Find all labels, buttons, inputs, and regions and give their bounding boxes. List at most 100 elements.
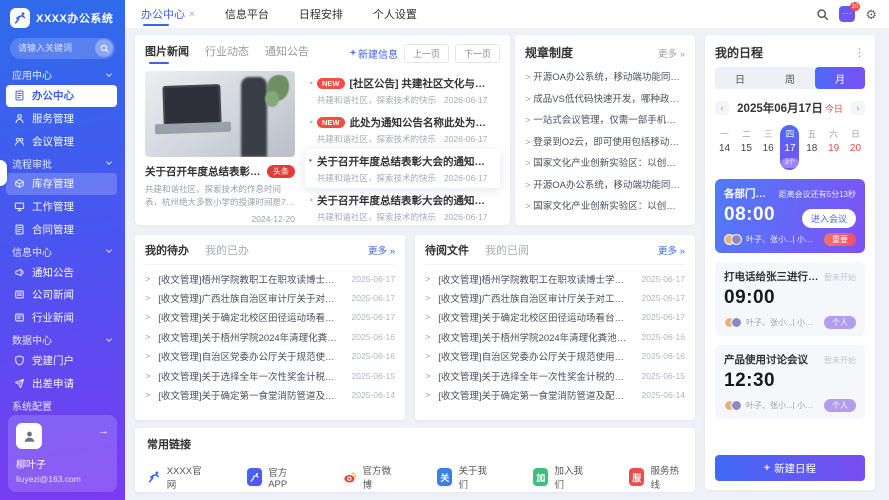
- file-row[interactable]: [收文管理]关于确定第一食堂消防管道及配件维修项目评委，...2025-06-1…: [425, 385, 685, 404]
- file-row[interactable]: [收文管理]梧州学院教职工在职攻读博士学位管理办法(修订)2025-06-17: [425, 269, 685, 288]
- arrow-right-icon[interactable]: →: [98, 425, 109, 437]
- tab-my-todo[interactable]: 我的待办: [145, 242, 189, 258]
- sidebar-item-party-portal[interactable]: 党建门户: [6, 350, 117, 372]
- sidebar-item-company-news[interactable]: 公司新闻: [6, 284, 117, 306]
- tab-files-read[interactable]: 我的已阅: [485, 242, 529, 258]
- link-join-us[interactable]: 加 加入我们: [533, 463, 587, 491]
- calendar-day[interactable]: 二15: [737, 125, 756, 170]
- featured-news-desc: 共建和谐社区，探索技术的作息时间表，杭州绝大多数小学的授课时间是7点50分孩子家…: [145, 183, 295, 209]
- tab-industry-trends[interactable]: 行业动态: [205, 43, 249, 63]
- todo-row[interactable]: [收文管理]关于确定北校区田径运动场看台下方办公室改造工...2025-06-1…: [145, 308, 395, 327]
- rule-item[interactable]: 开源OA办公系统，移动端功能同样全面: [525, 175, 685, 197]
- rule-item[interactable]: 开源OA办公系统，移动端功能同样全面: [525, 67, 685, 89]
- new-info-button[interactable]: 新建信息: [350, 46, 398, 61]
- meeting-card-featured[interactable]: 各部门经理小会议 距离会议还有5分13秒 08:00 进入会议 叶子、张小...…: [715, 179, 865, 253]
- sidebar-section-app-center[interactable]: 应用中心: [0, 65, 125, 85]
- tab-personal-settings[interactable]: 个人设置: [373, 0, 417, 28]
- weekday-label: 五: [808, 128, 817, 141]
- todo-row[interactable]: [收文管理]广西壮族自治区审计厅关于对工程项目地质勘察实...2025-06-1…: [145, 288, 395, 307]
- calendar-day[interactable]: 日20: [846, 125, 865, 170]
- next-page-button[interactable]: 下一页: [455, 44, 500, 63]
- sidebar-item-work-mgmt[interactable]: 工作管理: [6, 196, 117, 218]
- sidebar-collapse-handle[interactable]: [0, 160, 7, 186]
- sidebar-section-data-center[interactable]: 数据中心: [0, 330, 125, 350]
- sidebar-section-process-approval[interactable]: 流程审批: [0, 153, 125, 173]
- news-list-item-selected[interactable]: 关于召开年度总结表彰大会的通知关于召开年度总结 共建和谐社区，探索技术的快乐20…: [305, 149, 500, 188]
- search-icon[interactable]: [816, 8, 829, 21]
- rule-item[interactable]: 一站式会议管理，仅需一部手机就搞定: [525, 110, 685, 132]
- news-photo[interactable]: [145, 71, 295, 157]
- link-official-site[interactable]: XXXX官网: [147, 463, 205, 491]
- sidebar-item-office-center[interactable]: 办公中心: [6, 85, 117, 107]
- sidebar-item-industry-news[interactable]: 行业新闻: [6, 307, 117, 329]
- rule-item[interactable]: 国家文化产业创新实验区：以创新推动产业发展: [525, 196, 685, 218]
- todo-row[interactable]: [收文管理]梧州学院教职工在职攻读博士学位管理办法(修订)2025-06-17: [145, 269, 395, 288]
- sidebar-item-inventory-mgmt[interactable]: 库存管理: [6, 173, 117, 195]
- tab-notice-announcements[interactable]: 通知公告: [265, 43, 309, 63]
- calendar-day[interactable]: 一14: [715, 125, 734, 170]
- new-schedule-button[interactable]: 新建日程: [715, 455, 865, 481]
- files-more-link[interactable]: 更多: [658, 243, 685, 257]
- file-date: 2025-06-14: [642, 390, 685, 400]
- file-row[interactable]: [收文管理]关于选择全年一次性奖金计税的通知2025-06-15: [425, 366, 685, 385]
- calendar-day-selected[interactable]: 四173个: [780, 125, 799, 170]
- news-list-item[interactable]: NEW此处为通知公告名称此处为通知公告名称 共建和谐社区，探索技术的快乐2026…: [305, 110, 500, 149]
- calendar-day[interactable]: 三16: [759, 125, 778, 170]
- news-list-item[interactable]: NEW[社区公告] 共建社区文化与生态，一起齐 共建和谐社区，探索技术的快乐20…: [305, 71, 500, 110]
- rule-item[interactable]: 登录到O2云，即可使用包括移动办公在内的所有功能!: [525, 132, 685, 154]
- prev-page-button[interactable]: 上一页: [404, 44, 449, 63]
- more-options-icon[interactable]: ⋮: [854, 46, 865, 59]
- rule-item[interactable]: 国家文化产业创新实验区：以创新推动产业发展: [525, 153, 685, 175]
- sidebar-item-system-config[interactable]: 系统配置: [0, 395, 125, 415]
- today-label[interactable]: 今日: [825, 104, 843, 114]
- rules-more-link[interactable]: 更多: [658, 46, 685, 60]
- tab-files-to-read[interactable]: 待阅文件: [425, 242, 469, 258]
- sidebar-item-contract-mgmt[interactable]: 合同管理: [6, 219, 117, 241]
- logo-runner-icon: [147, 469, 161, 485]
- view-day[interactable]: 日: [715, 67, 765, 89]
- calendar-next-icon[interactable]: ›: [851, 101, 865, 115]
- calendar-prev-icon[interactable]: ‹: [715, 101, 729, 115]
- sidebar-item-notices[interactable]: 通知公告: [6, 261, 117, 283]
- messages-icon[interactable]: ··· 10: [839, 6, 855, 22]
- todo-row[interactable]: [收文管理]关于选择全年一次性奖金计税的通知2025-06-15: [145, 366, 395, 385]
- meeting-card[interactable]: 产品使用讨论会议 暂未开始 12:30 叶子、张小...| 小会议室 个人: [715, 345, 865, 419]
- link-official-app[interactable]: 官方APP: [247, 465, 301, 490]
- file-row[interactable]: [收文管理]广西壮族自治区审计厅关于对工程项目地质勘察实...2025-06-1…: [425, 288, 685, 307]
- tab-info-platform[interactable]: 信息平台: [225, 0, 269, 28]
- featured-news-title[interactable]: 关于召开年度总结表彰大会的通知: [145, 164, 262, 179]
- calendar-day[interactable]: 六19: [824, 125, 843, 170]
- user-card[interactable]: → 柳叶子 liuyezi@163.com: [8, 415, 117, 492]
- link-label: 服务热线: [650, 463, 683, 491]
- join-meeting-button[interactable]: 进入会议: [802, 209, 856, 228]
- close-icon[interactable]: [189, 8, 195, 20]
- file-row[interactable]: [收文管理]关于梧州学院2024年清理化粪池服务项目评审小组...2025-06…: [425, 327, 685, 346]
- link-official-weibo[interactable]: 官方微博: [343, 463, 395, 491]
- view-month[interactable]: 月: [815, 67, 865, 89]
- link-service-hotline[interactable]: 服 服务热线: [629, 463, 683, 491]
- file-row[interactable]: [收文管理]自治区党委办公厅关于规范使用党内同志称谓的通知2025-06-16: [425, 347, 685, 366]
- personal-tag: 个人: [824, 316, 856, 329]
- todo-more-link[interactable]: 更多: [368, 243, 395, 257]
- todo-row[interactable]: [收文管理]关于梧州学院2024年清理化粪池服务项目评审小组...2025-06…: [145, 327, 395, 346]
- rule-item[interactable]: 成品VS低代码快速开发，哪种政务OA系统更好呢？: [525, 89, 685, 111]
- tab-my-done[interactable]: 我的已办: [205, 242, 249, 258]
- file-row[interactable]: [收文管理]关于确定北校区田径运动场看台下方办公室改造工...2025-06-1…: [425, 308, 685, 327]
- meeting-card[interactable]: 打电话给张三进行测试 暂未开始 09:00 叶子、张小...| 小会议室 个人: [715, 262, 865, 336]
- todo-row[interactable]: [收文管理]自治区党委办公厅关于规范使用党内同志称谓的通知2025-06-16: [145, 347, 395, 366]
- link-about-us[interactable]: 关 关于我们: [437, 463, 491, 491]
- tab-photo-news[interactable]: 图片新闻: [145, 43, 189, 63]
- view-week[interactable]: 周: [765, 67, 815, 89]
- sidebar-item-travel-request[interactable]: 出差申请: [6, 372, 117, 394]
- calendar-day[interactable]: 五18: [802, 125, 821, 170]
- sidebar-section-info-center[interactable]: 信息中心: [0, 241, 125, 261]
- news-list-item[interactable]: 关于召开年度总结表彰大会的通知关于召开年度总 共建和谐社区，探索技术的快乐202…: [305, 188, 500, 227]
- todo-row[interactable]: [收文管理]关于确定第一食堂消防管道及配件维修项目评委，...2025-06-1…: [145, 385, 395, 404]
- sidebar-item-meeting-mgmt[interactable]: 会议管理: [6, 130, 117, 152]
- search-icon[interactable]: [95, 39, 113, 57]
- tab-office-center[interactable]: 办公中心: [141, 0, 195, 28]
- gear-icon[interactable]: ⚙: [865, 8, 877, 21]
- sidebar-item-service-mgmt[interactable]: 服务管理: [6, 108, 117, 130]
- search-input[interactable]: [18, 43, 95, 53]
- tab-schedule[interactable]: 日程安排: [299, 0, 343, 28]
